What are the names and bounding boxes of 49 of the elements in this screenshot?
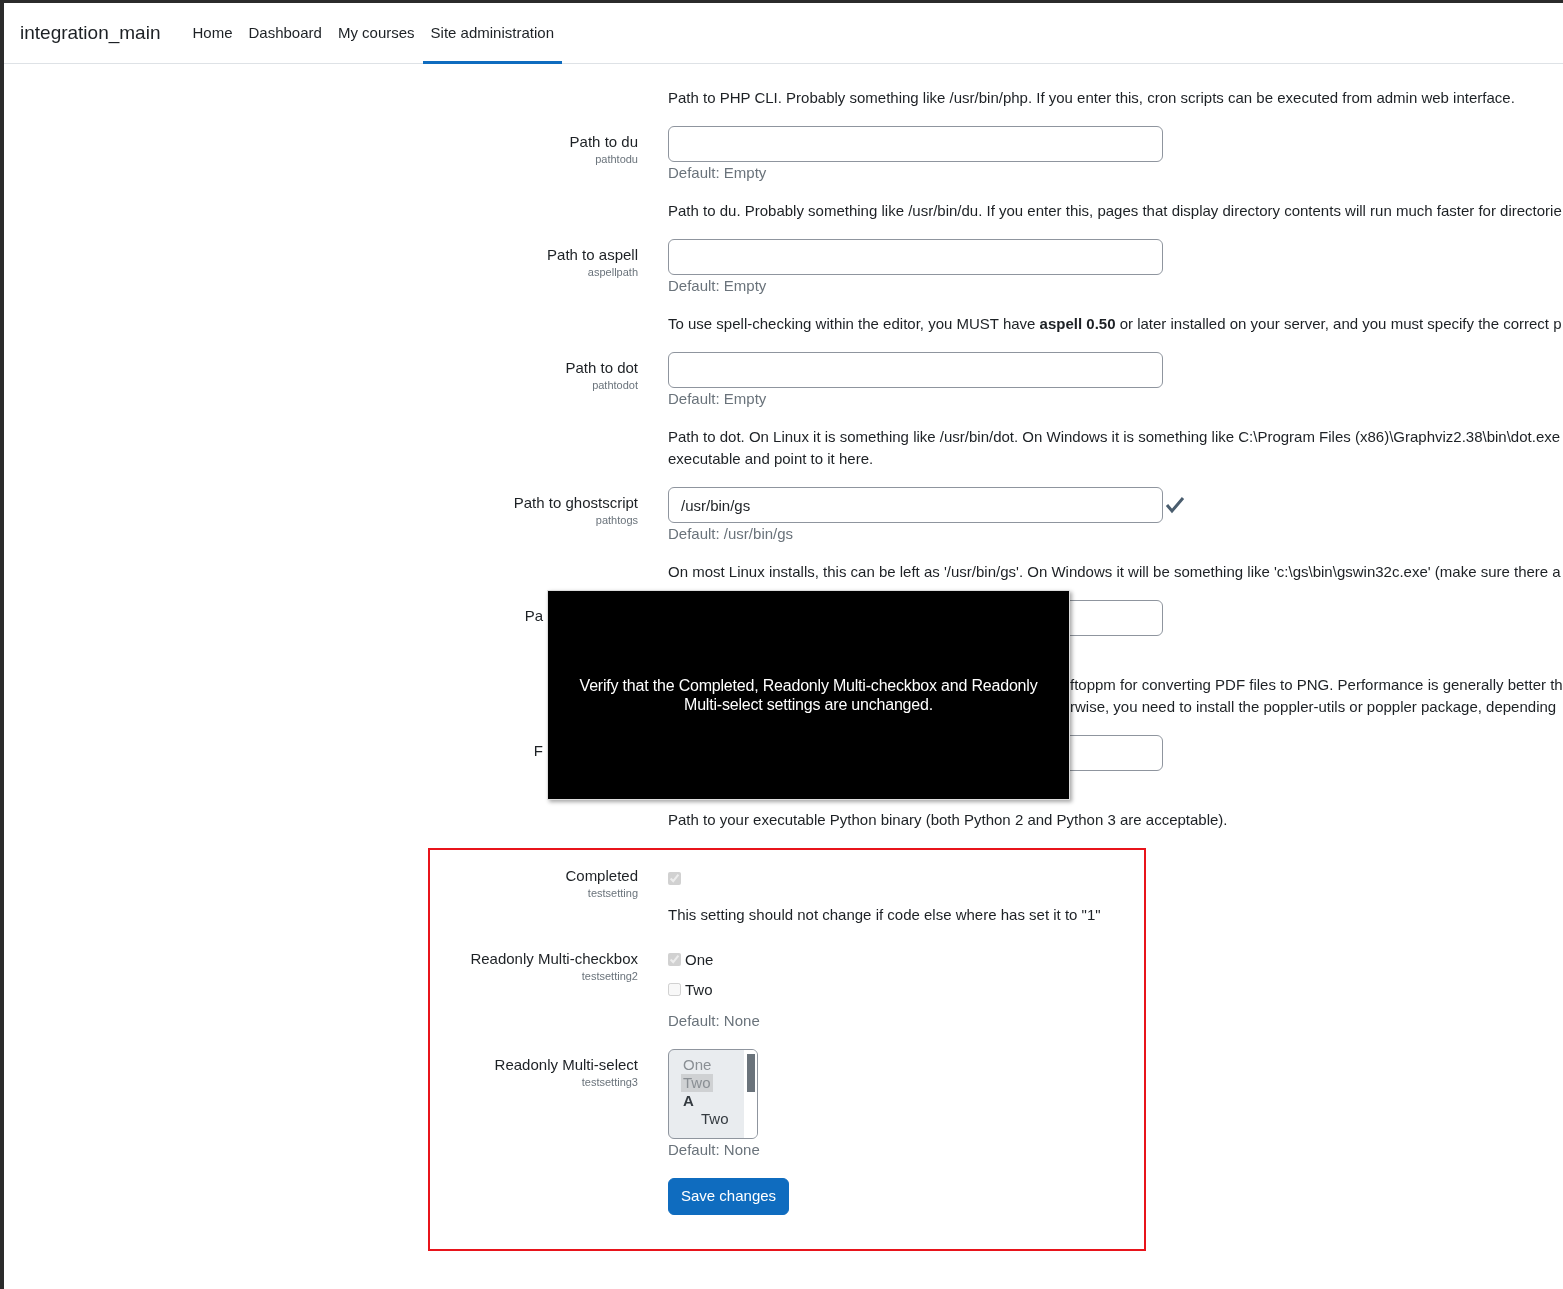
setting-description: This setting should not change if code else where has set it to "1" <box>668 906 1101 923</box>
setting-label: Readonly Multi-select <box>494 1056 638 1073</box>
default-value: Default: Empty <box>668 276 768 296</box>
save-button[interactable]: Save changes <box>668 1178 790 1215</box>
default-value: Default: /usr/bin/gs <box>668 524 795 544</box>
nav-link[interactable]: Dashboard <box>240 3 330 64</box>
setting-description: Path to PHP CLI. Probably something like /usr/bin/php. If you enter this, cron scripts can be executed from admin web interface. <box>668 89 1515 106</box>
setting-description: Path to dot. On Linux it is something like /usr/bin/dot. On Windows it is something like C:\Program Files (x86)\Graphviz2.38\bin\dot.exe <box>668 427 1562 447</box>
list-box[interactable]: One Two A Two <box>668 1049 758 1139</box>
setting-label: Readonly Multi-checkbox <box>470 950 638 967</box>
setting-label: Path to du <box>569 133 638 150</box>
option-group-label: A <box>682 1092 695 1110</box>
checkbox-label: Two <box>685 981 713 998</box>
setting-description: On most Linux installs, this can be left as '/usr/bin/gs'. On Windows it will be something like 'c:\gs\bin\gswin32c.exe' (make sure there a <box>668 562 1562 582</box>
checkbox-label: One <box>685 951 714 968</box>
default-value: Default: None <box>668 1011 761 1031</box>
setting-name: aspellpath <box>586 265 638 279</box>
nav-link[interactable]: Home <box>184 3 241 64</box>
list-option[interactable]: Two <box>681 1110 729 1128</box>
setting-label: F <box>533 742 543 759</box>
setting-name: pathtodu <box>594 152 638 166</box>
setting-label: Pa <box>524 607 543 624</box>
setting-label: Completed <box>565 867 638 884</box>
setting-description: rwise, you need to install the poppler-utils or poppler package, depending <box>1070 697 1558 717</box>
nav-link[interactable]: My courses <box>329 3 423 64</box>
setting-label: Path to dot <box>565 359 638 376</box>
site-name[interactable]: integration_main <box>20 18 161 48</box>
setting-name: pathtogs <box>594 513 638 527</box>
setting-label: Path to ghostscript <box>513 494 638 511</box>
setting-description: To use spell-checking within the editor, you MUST have aspell 0.50 or later installed on your server, and you must specify the correct p <box>668 314 1563 334</box>
text-field[interactable]: /usr/bin/gs <box>668 487 1163 523</box>
setting-description: executable and point to it here. <box>668 449 875 469</box>
setting-name: testsetting <box>586 886 638 900</box>
setting-description: ftoppm for converting PDF files to PNG. Performance is generally better th <box>1070 675 1563 695</box>
text-field[interactable] <box>668 352 1163 388</box>
default-value: Default: Empty <box>668 389 768 409</box>
setting-description: Path to your executable Python binary (both Python 2 and Python 3 are acceptable). <box>668 810 1229 830</box>
text-field[interactable] <box>668 239 1163 275</box>
message-dialog: Verify that the Completed, Readonly Multi-checkbox and Readonly Multi-select settings are unchanged. <box>547 590 1070 800</box>
setting-name: testsetting2 <box>580 969 638 983</box>
setting-label: Path to aspell <box>547 246 638 263</box>
setting-name: testsetting3 <box>580 1075 638 1089</box>
setting-description: Path to du. Probably something like /usr/bin/du. If you enter this, pages that display directory contents will run much faster for directorie <box>668 201 1563 221</box>
setting-name: pathtodot <box>591 378 638 392</box>
default-value: Default: Empty <box>668 163 768 183</box>
text-field[interactable] <box>668 126 1163 162</box>
scrollbar[interactable] <box>744 1050 757 1138</box>
nav-link[interactable]: Site administration <box>422 3 562 64</box>
default-value: Default: None <box>668 1140 761 1160</box>
